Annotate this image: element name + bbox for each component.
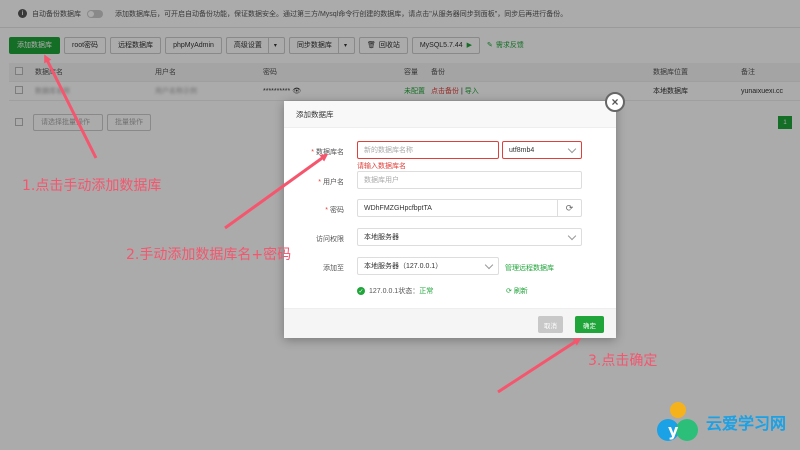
password-input[interactable]: WDhFMZGHpcfbptTA ⟳ (357, 199, 582, 217)
chevron-down-icon (567, 231, 577, 241)
manage-remote-link[interactable]: 管理远程数据库 (505, 263, 554, 273)
annotation-step1: 1.点击手动添加数据库 (22, 178, 162, 194)
server-select[interactable]: 本地服务器（127.0.0.1） (357, 257, 499, 275)
db-name-error: 请输入数据库名 (357, 163, 406, 170)
status-text: 127.0.0.1状态： (369, 288, 420, 295)
refresh-link[interactable]: ⟳ 刷新 (506, 286, 528, 296)
chevron-down-icon (484, 260, 494, 270)
logo-text: 云爱学习网 (706, 414, 787, 433)
chevron-down-icon (567, 144, 577, 154)
username-label: * 用户名 (318, 179, 344, 186)
annotation-step3: 3.点击确定 (588, 353, 658, 369)
password-label: * 密码 (325, 207, 344, 214)
refresh-icon: ⟳ (506, 288, 514, 295)
add-database-dialog: 添加数据库 × * 数据库名 新的数据库名称 utf8mb4 请输入数据库名 * 用… (284, 92, 625, 338)
dialog-title: 添加数据库 (284, 101, 616, 128)
refresh-label: 刷新 (513, 288, 528, 295)
status-value: 正常 (419, 288, 434, 295)
annotation-step2: 2.手动添加数据库名+密码 (126, 247, 292, 263)
username-input[interactable]: 数据库用户 (357, 171, 582, 189)
close-icon[interactable]: × (605, 92, 625, 112)
cancel-button[interactable]: 取消 (538, 316, 563, 333)
charset-select[interactable]: utf8mb4 (502, 141, 582, 159)
access-label: 访问权限 (316, 236, 344, 243)
add-to-label: 添加至 (323, 265, 344, 272)
dialog-footer: 取消 确定 (284, 308, 616, 338)
confirm-button[interactable]: 确定 (575, 316, 604, 333)
db-name-input[interactable]: 新的数据库名称 (357, 141, 499, 159)
access-select[interactable]: 本地服务器 (357, 228, 582, 246)
svg-text:y: y (668, 421, 679, 440)
site-logo: y 云爱学习网 (654, 396, 800, 450)
logo-icon: y (657, 402, 698, 441)
server-status: ✓ 127.0.0.1状态： 正常 (357, 286, 433, 296)
db-name-label: * 数据库名 (311, 149, 344, 156)
refresh-password-icon[interactable]: ⟳ (557, 200, 581, 216)
check-icon: ✓ (357, 287, 365, 295)
